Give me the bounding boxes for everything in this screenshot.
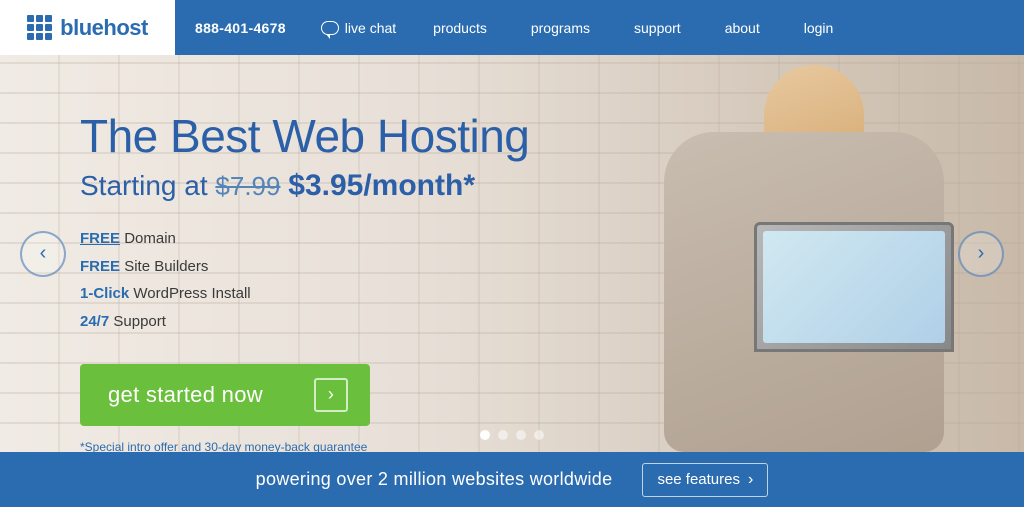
nav-item-login[interactable]: login <box>782 0 856 55</box>
feature-1click-highlight: 1-Click <box>80 285 129 302</box>
get-started-button[interactable]: get started now › <box>80 364 370 426</box>
logo-area[interactable]: bluehost <box>0 0 175 55</box>
feature-site-builders: FREE Site Builders <box>80 253 529 281</box>
price-new: $3.95/month* <box>288 169 475 202</box>
hero-content: The Best Web Hosting Starting at $7.99 $… <box>80 110 529 452</box>
nav-item-about[interactable]: about <box>703 0 782 55</box>
price-old: $7.99 <box>215 171 280 201</box>
live-chat-label: live chat <box>345 20 396 36</box>
feature-domain-text: Domain <box>124 230 176 247</box>
hero-person-image <box>534 55 974 452</box>
hero-dot-3[interactable] <box>516 430 526 440</box>
subtitle-prefix: Starting at <box>80 170 215 201</box>
feature-free-sb-highlight: FREE <box>80 258 120 275</box>
feature-support: 24/7 Support <box>80 308 529 336</box>
hero-next-button[interactable]: › <box>958 231 1004 277</box>
logo-text: bluehost <box>60 15 148 41</box>
cta-label: get started now <box>108 382 263 408</box>
hero-features-list: FREE Domain FREE Site Builders 1-Click W… <box>80 225 529 336</box>
laptop-screen <box>763 231 945 343</box>
hero-dot-4[interactable] <box>534 430 544 440</box>
feature-support-text: Support <box>113 313 166 330</box>
nav-item-products[interactable]: products <box>411 0 509 55</box>
cta-arrow-icon: › <box>314 378 348 412</box>
person-laptop <box>754 222 954 352</box>
feature-wordpress: 1-Click WordPress Install <box>80 280 529 308</box>
feature-247-highlight: 24/7 <box>80 313 109 330</box>
hero-disclaimer[interactable]: *Special intro offer and 30-day money-ba… <box>80 440 529 452</box>
footer-bar: powering over 2 million websites worldwi… <box>0 452 1024 507</box>
feature-wp-text: WordPress Install <box>133 285 250 302</box>
feature-sb-text: Site Builders <box>124 258 208 275</box>
hero-prev-button[interactable]: ‹ <box>20 231 66 277</box>
chat-bubble-icon <box>321 21 339 35</box>
hero-dot-2[interactable] <box>498 430 508 440</box>
header: bluehost 888-401-4678 live chat products… <box>0 0 1024 55</box>
see-features-button[interactable]: see features › <box>642 463 768 497</box>
hero-subtitle: Starting at $7.99 $3.95/month* <box>80 169 529 203</box>
hero-dot-1[interactable] <box>480 430 490 440</box>
logo-grid-icon <box>27 15 52 40</box>
footer-text: powering over 2 million websites worldwi… <box>256 469 613 490</box>
live-chat-link[interactable]: live chat <box>306 20 411 36</box>
hero-section: The Best Web Hosting Starting at $7.99 $… <box>0 55 1024 452</box>
main-nav: 888-401-4678 live chat products programs… <box>175 0 1024 55</box>
feature-free-domain-highlight: FREE <box>80 230 120 247</box>
see-features-arrow-icon: › <box>748 471 753 489</box>
see-features-label: see features <box>657 471 740 488</box>
phone-number[interactable]: 888-401-4678 <box>175 20 306 36</box>
hero-dots <box>480 430 544 440</box>
feature-domain: FREE Domain <box>80 225 529 253</box>
nav-item-programs[interactable]: programs <box>509 0 612 55</box>
hero-title: The Best Web Hosting <box>80 110 529 163</box>
nav-item-support[interactable]: support <box>612 0 703 55</box>
